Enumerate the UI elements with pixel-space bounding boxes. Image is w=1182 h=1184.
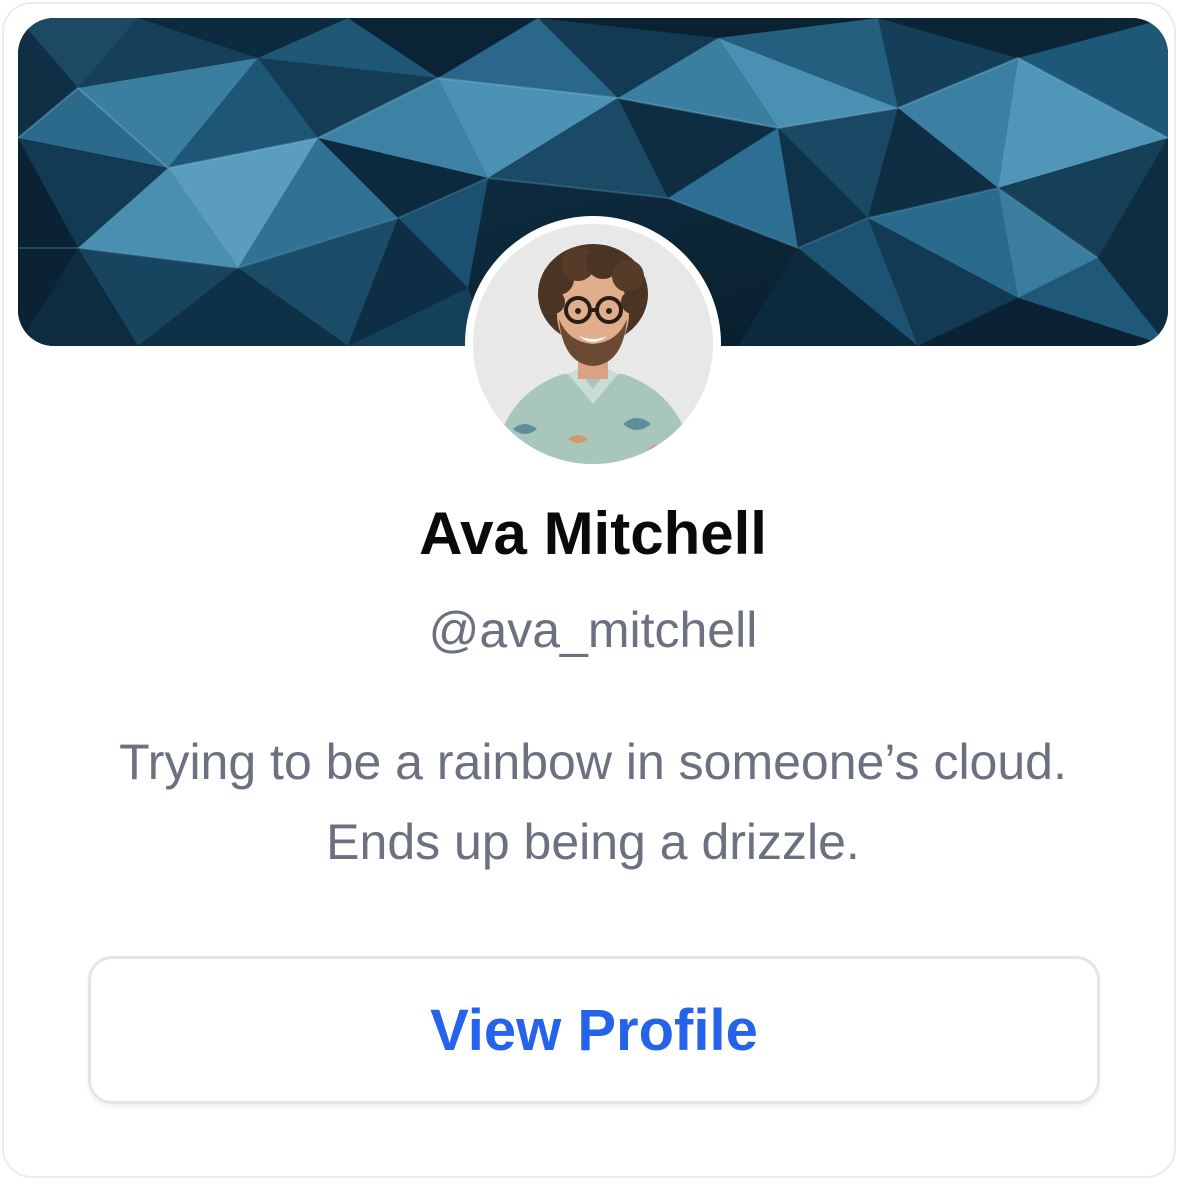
- view-profile-button[interactable]: View Profile: [88, 956, 1100, 1104]
- profile-handle: @ava_mitchell: [428, 602, 758, 658]
- profile-card: Ava Mitchell @ava_mitchell Trying to be …: [2, 2, 1176, 1178]
- avatar[interactable]: [473, 224, 713, 464]
- avatar-frame: [465, 216, 721, 472]
- view-profile-label: View Profile: [430, 997, 758, 1063]
- user-portrait-icon: [473, 224, 713, 464]
- profile-name: Ava Mitchell: [419, 500, 767, 567]
- profile-bio: Trying to be a rainbow in someone’s clou…: [119, 734, 1067, 870]
